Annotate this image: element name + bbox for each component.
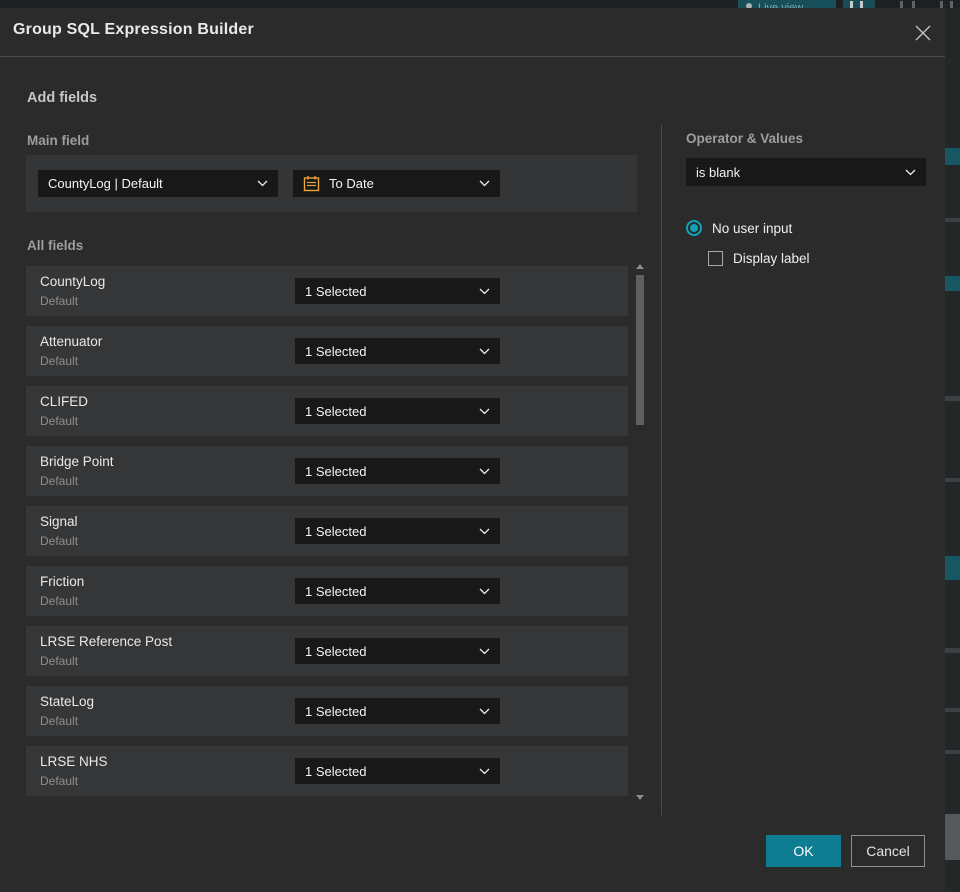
all-fields-list: CountyLog Default 1 Selected Attenuator … <box>26 266 628 806</box>
field-selected-dropdown[interactable]: 1 Selected <box>295 638 500 664</box>
field-row: Bridge Point Default 1 Selected <box>26 446 628 496</box>
chevron-down-icon <box>479 768 490 775</box>
field-name: Bridge Point <box>40 454 114 469</box>
display-label-text: Display label <box>733 251 810 266</box>
chevron-down-icon <box>479 588 490 595</box>
field-row: LRSE Reference Post Default 1 Selected <box>26 626 628 676</box>
field-name: LRSE Reference Post <box>40 634 173 649</box>
main-field-label: Main field <box>27 133 90 148</box>
ok-button[interactable]: OK <box>766 835 841 867</box>
chevron-down-icon <box>479 288 490 295</box>
no-user-input-label: No user input <box>712 220 793 236</box>
toolbar-fragment <box>938 0 958 8</box>
background-app-top: Live view <box>0 0 960 8</box>
field-row: Friction Default 1 Selected <box>26 566 628 616</box>
all-fields-label: All fields <box>27 238 84 253</box>
field-subtitle: Default <box>40 474 79 488</box>
background-app-right <box>945 8 960 892</box>
dialog-titlebar: Group SQL Expression Builder <box>0 8 945 57</box>
chevron-down-icon <box>479 348 490 355</box>
main-field-panel: CountyLog | Default To Date <box>26 155 637 212</box>
field-row: LRSE NHS Default 1 Selected <box>26 746 628 796</box>
field-selected-dropdown[interactable]: 1 Selected <box>295 458 500 484</box>
screen: Live view Group SQL Expression Builder A… <box>0 0 960 892</box>
calendar-icon <box>303 175 320 192</box>
field-name: Signal <box>40 514 78 529</box>
checkbox-icon <box>708 251 723 266</box>
field-selected-dropdown[interactable]: 1 Selected <box>295 698 500 724</box>
chevron-down-icon <box>479 180 490 187</box>
field-name: Attenuator <box>40 334 103 349</box>
chevron-down-icon <box>479 648 490 655</box>
chevron-down-icon <box>479 528 490 535</box>
fields-scrollbar[interactable] <box>634 262 646 802</box>
chevron-down-icon <box>479 408 490 415</box>
close-icon[interactable] <box>909 19 937 47</box>
field-row: CLIFED Default 1 Selected <box>26 386 628 436</box>
operator-values-label: Operator & Values <box>686 131 804 146</box>
field-row: Attenuator Default 1 Selected <box>26 326 628 376</box>
live-view-indicator[interactable]: Live view <box>738 0 836 8</box>
live-view-label: Live view <box>758 2 804 8</box>
field-selected-dropdown[interactable]: 1 Selected <box>295 278 500 304</box>
field-subtitle: Default <box>40 414 79 428</box>
main-field-type-select[interactable]: To Date <box>293 170 500 197</box>
group-sql-expression-builder-dialog: Group SQL Expression Builder Add fields … <box>0 8 945 892</box>
field-subtitle: Default <box>40 354 79 368</box>
field-name: Friction <box>40 574 85 589</box>
field-selected-dropdown[interactable]: 1 Selected <box>295 578 500 604</box>
field-subtitle: Default <box>40 594 79 608</box>
operator-select[interactable]: is blank <box>686 158 926 186</box>
field-selected-dropdown[interactable]: 1 Selected <box>295 338 500 364</box>
chevron-down-icon <box>479 468 490 475</box>
display-label-checkbox[interactable]: Display label <box>708 251 810 266</box>
field-name: StateLog <box>40 694 95 709</box>
field-row: CountyLog Default 1 Selected <box>26 266 628 316</box>
field-selected-dropdown[interactable]: 1 Selected <box>295 518 500 544</box>
field-name: CountyLog <box>40 274 106 289</box>
chevron-down-icon <box>479 708 490 715</box>
field-selected-dropdown[interactable]: 1 Selected <box>295 758 500 784</box>
field-subtitle: Default <box>40 654 79 668</box>
field-row: StateLog Default 1 Selected <box>26 686 628 736</box>
scroll-down-icon[interactable] <box>636 795 644 800</box>
main-field-select[interactable]: CountyLog | Default <box>38 170 278 197</box>
field-name: LRSE NHS <box>40 754 108 769</box>
add-fields-heading: Add fields <box>27 90 98 106</box>
field-selected-dropdown[interactable]: 1 Selected <box>295 398 500 424</box>
toolbar-fragment <box>843 0 875 8</box>
chevron-down-icon <box>905 169 916 176</box>
dialog-title: Group SQL Expression Builder <box>13 21 254 38</box>
field-subtitle: Default <box>40 294 79 308</box>
scroll-up-icon[interactable] <box>636 264 644 269</box>
cancel-button[interactable]: Cancel <box>851 835 925 867</box>
toolbar-fragment <box>898 0 928 8</box>
field-subtitle: Default <box>40 774 79 788</box>
field-subtitle: Default <box>40 714 79 728</box>
column-divider <box>661 125 662 815</box>
no-user-input-radio[interactable]: No user input <box>686 220 792 236</box>
field-name: CLIFED <box>40 394 89 409</box>
chevron-down-icon <box>257 180 268 187</box>
scrollbar-thumb[interactable] <box>636 275 644 425</box>
field-subtitle: Default <box>40 534 79 548</box>
field-row: Signal Default 1 Selected <box>26 506 628 556</box>
radio-icon <box>686 220 702 236</box>
